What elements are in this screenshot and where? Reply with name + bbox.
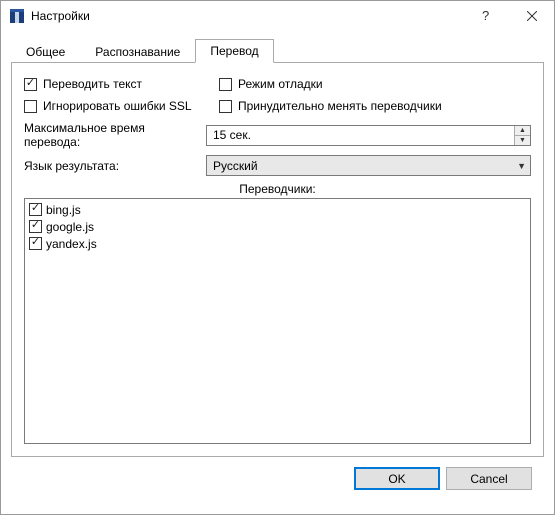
- tab-translation[interactable]: Перевод: [195, 39, 273, 63]
- cancel-button[interactable]: Cancel: [446, 467, 532, 490]
- tab-general[interactable]: Общее: [11, 40, 80, 63]
- spinner-down-icon[interactable]: ▼: [515, 136, 530, 145]
- checkbox-ignore-ssl[interactable]: [24, 100, 37, 113]
- tabstrip: Общее Распознавание Перевод: [11, 39, 544, 63]
- translators-heading: Переводчики:: [24, 182, 531, 196]
- chevron-down-icon: ▼: [517, 161, 526, 171]
- checkbox-translator-bing[interactable]: [29, 203, 42, 216]
- checkbox-debug-mode-label: Режим отладки: [238, 77, 323, 91]
- list-item-label: bing.js: [46, 203, 81, 217]
- tab-panel-translation: Переводить текст Режим отладки Игнориров…: [11, 63, 544, 457]
- app-icon: [9, 8, 25, 24]
- list-item[interactable]: bing.js: [29, 201, 526, 218]
- checkbox-ignore-ssl-label: Игнорировать ошибки SSL: [43, 99, 192, 113]
- checkbox-force-translators[interactable]: [219, 100, 232, 113]
- checkbox-translate-text-label: Переводить текст: [43, 77, 142, 91]
- help-button[interactable]: ?: [464, 1, 509, 31]
- list-item[interactable]: google.js: [29, 218, 526, 235]
- titlebar: Настройки ?: [1, 1, 554, 31]
- checkbox-force-translators-label: Принудительно менять переводчики: [238, 99, 442, 113]
- result-lang-label: Язык результата:: [24, 159, 200, 173]
- checkbox-debug-mode[interactable]: [219, 78, 232, 91]
- spinner-up-icon[interactable]: ▲: [515, 126, 530, 136]
- list-item-label: yandex.js: [46, 237, 97, 251]
- result-lang-value: Русский: [213, 159, 517, 173]
- max-time-value[interactable]: 15 сек.: [207, 126, 514, 145]
- result-lang-select[interactable]: Русский ▼: [206, 155, 531, 176]
- checkbox-translate-text[interactable]: [24, 78, 37, 91]
- tab-recognition[interactable]: Распознавание: [80, 40, 195, 63]
- translators-list[interactable]: bing.js google.js yandex.js: [24, 198, 531, 444]
- list-item[interactable]: yandex.js: [29, 235, 526, 252]
- window-title: Настройки: [31, 9, 90, 23]
- max-time-spinner[interactable]: 15 сек. ▲ ▼: [206, 125, 531, 146]
- max-time-label: Максимальное время перевода:: [24, 121, 200, 149]
- svg-text:?: ?: [482, 9, 489, 23]
- ok-button[interactable]: OK: [354, 467, 440, 490]
- dialog-footer: OK Cancel: [11, 457, 544, 490]
- close-button[interactable]: [509, 1, 554, 31]
- checkbox-translator-yandex[interactable]: [29, 237, 42, 250]
- list-item-label: google.js: [46, 220, 94, 234]
- checkbox-translator-google[interactable]: [29, 220, 42, 233]
